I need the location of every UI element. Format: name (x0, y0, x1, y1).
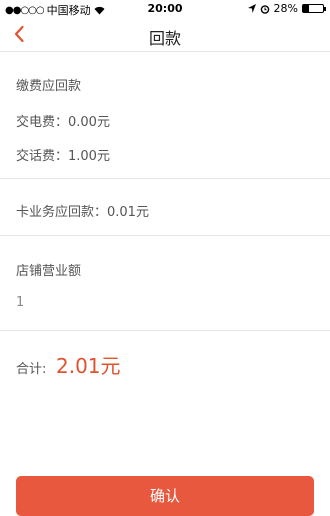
store-revenue-heading: 店铺营业额 (16, 264, 82, 279)
phone-fee: 交话费：1.00元 (16, 149, 110, 164)
confirm-button[interactable]: 确认 (16, 476, 314, 516)
divider (0, 178, 330, 179)
electric-fee: 交电费：0.00元 (16, 115, 110, 130)
battery-icon (302, 4, 326, 13)
nav-bar: 回款 (0, 18, 330, 52)
location-icon (247, 4, 256, 13)
total-value: 2.01元 (56, 354, 121, 378)
battery-fill (303, 5, 309, 12)
battery-percent: 28% (273, 2, 298, 15)
total-label: 合计: (16, 362, 47, 377)
status-bar: ●●○○○ 中国移动 20:00 28% (0, 0, 330, 18)
card-business-refund: 卡业务应回款：0.01元 (16, 205, 149, 220)
alarm-icon (260, 4, 269, 14)
status-right: 28% (247, 2, 326, 15)
payment-heading: 缴费应回款 (16, 79, 82, 94)
divider (0, 235, 330, 236)
page-title: 回款 (148, 29, 181, 48)
store-revenue-value: 1 (16, 295, 25, 310)
divider (0, 330, 330, 331)
